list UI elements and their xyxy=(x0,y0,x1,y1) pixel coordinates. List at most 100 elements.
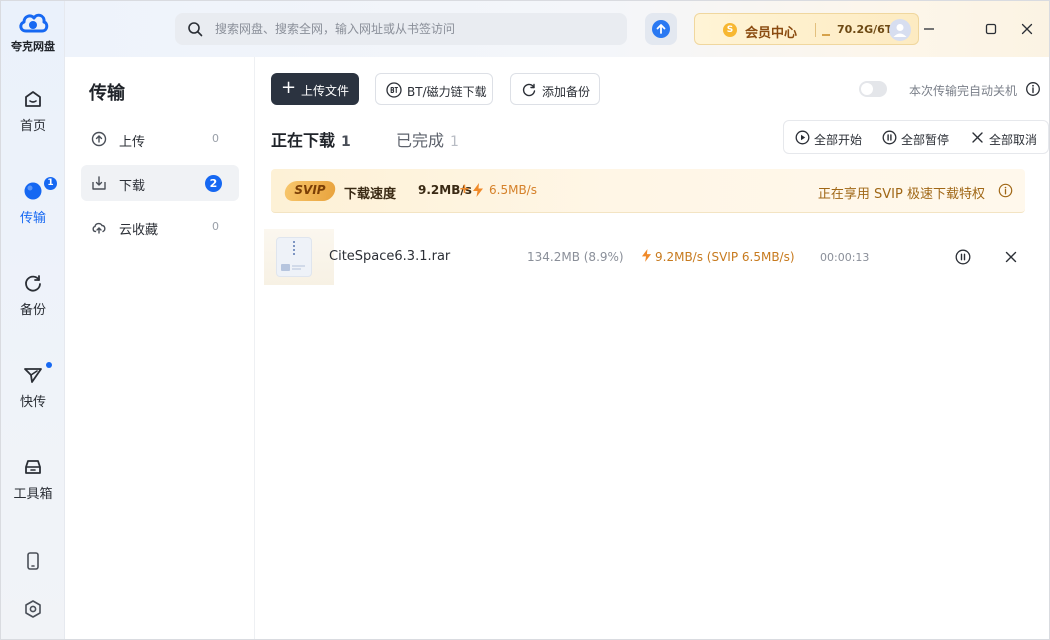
member-center-button[interactable]: S 会员中心 70.2G/6T xyxy=(694,13,919,45)
close-icon xyxy=(972,132,983,143)
arrow-up-icon xyxy=(656,24,666,34)
minimize-icon[interactable] xyxy=(920,20,938,38)
toolbox-icon xyxy=(25,460,41,474)
svip-badge-text: SVIP xyxy=(294,183,326,197)
close-icon[interactable] xyxy=(1001,247,1021,267)
file-speed: 9.2MB/s (SVIP 6.5MB/s) xyxy=(655,250,795,264)
bulk-controls: 全部开始 全部暂停 全部取消 xyxy=(783,120,1049,154)
play-icon xyxy=(795,130,810,145)
search-input[interactable] xyxy=(215,13,615,45)
file-time-remaining: 00:00:13 xyxy=(820,251,870,264)
transfer-sidebar: 传输 上传 0 下载 2 云收藏 0 xyxy=(65,57,255,639)
app-logo[interactable]: 夸克网盘 xyxy=(1,9,65,54)
member-divider xyxy=(815,23,816,37)
close-icon[interactable] xyxy=(1018,20,1036,38)
sidebar-item-label: 下载 xyxy=(119,179,146,194)
svip-badge: SVIP xyxy=(282,181,338,201)
sidebar-item-label: 云收藏 xyxy=(119,223,159,238)
pause-all-label: 全部暂停 xyxy=(901,133,950,147)
bt-download-button[interactable]: BT/磁力链下载 xyxy=(375,73,493,105)
rail-label-home: 首页 xyxy=(19,119,46,134)
rail-settings-button[interactable] xyxy=(1,599,65,619)
rail-item-backup[interactable]: 备份 xyxy=(1,273,65,333)
speed-label: 下载速度 xyxy=(344,187,397,202)
tab-label: 已完成 xyxy=(396,131,445,150)
sidebar-item-count: 0 xyxy=(212,220,219,233)
member-center-label: 会员中心 xyxy=(745,26,798,41)
upload-file-button[interactable]: + 上传文件 xyxy=(271,73,359,105)
cloud-logo-icon xyxy=(19,13,49,33)
speed-plus: + xyxy=(459,182,470,197)
info-icon[interactable] xyxy=(998,183,1013,198)
pause-icon xyxy=(882,130,897,145)
archive-file-icon xyxy=(276,237,312,277)
vip-coin-icon: S xyxy=(723,23,737,37)
auto-shutdown-toggle[interactable] xyxy=(859,81,887,97)
rail-send-dot xyxy=(46,362,52,368)
speed-extra: 6.5MB/s xyxy=(489,183,537,197)
tab-count: 1 xyxy=(341,134,351,150)
cancel-all-label: 全部取消 xyxy=(989,133,1038,147)
search-icon xyxy=(188,22,203,37)
rail-item-toolbox[interactable]: 工具箱 xyxy=(1,457,65,517)
rail-label-transfer: 传输 xyxy=(19,211,46,226)
app-logo-text: 夸克网盘 xyxy=(11,40,55,53)
file-size-progress: 134.2MB (8.9%) xyxy=(527,250,624,264)
settings-icon xyxy=(25,600,41,618)
file-name: CiteSpace6.3.1.rar xyxy=(329,249,451,264)
phone-icon xyxy=(27,552,39,570)
rail-label-send: 快传 xyxy=(19,395,46,410)
tab-label: 正在下载 xyxy=(271,131,336,150)
home-icon xyxy=(25,91,41,107)
top-bar: S 会员中心 70.2G/6T xyxy=(65,1,1049,57)
sidebar-item-upload[interactable]: 上传 0 xyxy=(81,121,239,157)
rail-item-home[interactable]: 首页 xyxy=(1,89,65,149)
storage-bar xyxy=(822,34,830,36)
rail-phone-button[interactable] xyxy=(1,551,65,571)
avatar[interactable] xyxy=(889,19,911,41)
bt-icon xyxy=(386,82,402,98)
sidebar-item-download[interactable]: 下载 2 xyxy=(81,165,239,201)
rail-label-backup: 备份 xyxy=(19,303,46,318)
backup-icon xyxy=(25,275,41,292)
add-backup-button[interactable]: 添加备份 xyxy=(510,73,600,105)
toggle-knob xyxy=(861,83,873,95)
rail-transfer-badge: 1 xyxy=(44,177,57,190)
pause-all-button[interactable]: 全部暂停 xyxy=(882,130,962,147)
upload-file-label: 上传文件 xyxy=(301,84,350,98)
rail-item-send[interactable]: 快传 xyxy=(1,362,65,425)
file-thumbnail xyxy=(264,229,334,285)
add-backup-label: 添加备份 xyxy=(542,85,591,99)
info-icon[interactable] xyxy=(1025,81,1041,97)
tab-completed[interactable]: 已完成 1 xyxy=(396,127,459,151)
user-avatar-icon xyxy=(893,24,907,37)
main-panel: + 上传文件 BT/磁力链下载 添加备份 本次传输完自动关机 正在下载 1 已完… xyxy=(256,57,1049,639)
download-row[interactable]: CiteSpace6.3.1.rar 134.2MB (8.9%) 9.2MB/… xyxy=(264,229,1025,285)
lightning-icon xyxy=(641,249,652,262)
start-all-button[interactable]: 全部开始 xyxy=(795,130,875,147)
svip-speed-banner: SVIP 下载速度 9.2MB/s + 6.5MB/s 正在享用 SVIP 极速… xyxy=(271,169,1025,213)
pause-icon[interactable] xyxy=(953,247,973,267)
transfer-icon xyxy=(24,182,42,200)
quick-upload-button[interactable] xyxy=(645,13,677,45)
app-window: 夸克网盘 首页 1 传输 备份 快传 工具箱 搜索网盘、搜索全网，输入网址或从书… xyxy=(0,0,1050,640)
tab-downloading[interactable]: 正在下载 1 xyxy=(271,127,351,151)
auto-shutdown-setting: 本次传输完自动关机 xyxy=(851,81,1041,99)
bt-download-label: BT/磁力链下载 xyxy=(407,85,487,99)
lightning-icon xyxy=(473,183,483,197)
send-icon xyxy=(24,368,42,383)
sidebar-item-cloud-collect[interactable]: 云收藏 0 xyxy=(81,209,239,245)
rail-item-transfer[interactable]: 1 传输 xyxy=(1,177,65,241)
upload-icon xyxy=(91,131,107,147)
start-all-label: 全部开始 xyxy=(814,133,863,147)
cloud-upload-icon xyxy=(92,222,106,234)
rail-label-toolbox: 工具箱 xyxy=(13,487,53,502)
search-box[interactable] xyxy=(175,13,627,45)
svip-privilege-text[interactable]: 正在享用 SVIP 极速下载特权 xyxy=(818,183,985,202)
storage-usage: 70.2G/6T xyxy=(837,23,893,36)
plus-icon: + xyxy=(281,77,297,98)
cancel-all-button[interactable]: 全部取消 xyxy=(970,130,1048,147)
sidebar-item-count: 0 xyxy=(212,132,219,145)
maximize-icon[interactable] xyxy=(982,20,1000,38)
auto-shutdown-label: 本次传输完自动关机 xyxy=(908,84,1017,98)
